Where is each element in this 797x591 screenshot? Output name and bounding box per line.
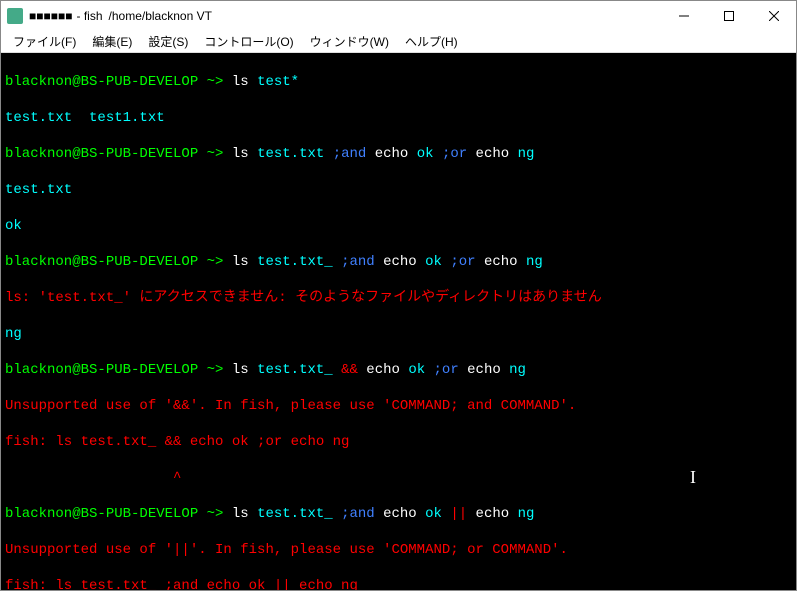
term-line: Unsupported use of '||'. In fish, please… xyxy=(5,541,792,559)
term-line: ^ xyxy=(5,469,792,487)
title-path: /home/blacknon VT xyxy=(109,9,212,23)
close-button[interactable] xyxy=(751,1,796,31)
term-line: blacknon@BS-PUB-DEVELOP ~> ls test.txt_ … xyxy=(5,505,792,523)
term-line: ls: 'test.txt_' にアクセスできません: そのようなファイルやディ… xyxy=(5,289,792,307)
menu-control[interactable]: コントロール(O) xyxy=(196,31,301,52)
term-line: fish: ls test.txt_ ;and echo ok || echo … xyxy=(5,577,792,590)
term-line: blacknon@BS-PUB-DEVELOP ~> ls test.txt ;… xyxy=(5,145,792,163)
title-prefix: ■■■■■■ xyxy=(29,9,73,23)
menu-file[interactable]: ファイル(F) xyxy=(5,31,84,52)
menu-window[interactable]: ウィンドウ(W) xyxy=(302,31,397,52)
app-icon xyxy=(7,8,23,24)
terminal-area[interactable]: blacknon@BS-PUB-DEVELOP ~> ls test* test… xyxy=(1,53,796,590)
term-line: ng xyxy=(5,325,792,343)
term-line: blacknon@BS-PUB-DEVELOP ~> ls test* xyxy=(5,73,792,91)
term-line: test.txt xyxy=(5,181,792,199)
menubar: ファイル(F) 編集(E) 設定(S) コントロール(O) ウィンドウ(W) ヘ… xyxy=(1,31,796,53)
term-line: Unsupported use of '&&'. In fish, please… xyxy=(5,397,792,415)
term-line: fish: ls test.txt_ && echo ok ;or echo n… xyxy=(5,433,792,451)
menu-help[interactable]: ヘルプ(H) xyxy=(397,31,466,52)
term-line: test.txt test1.txt xyxy=(5,109,792,127)
term-line: ok xyxy=(5,217,792,235)
maximize-button[interactable] xyxy=(706,1,751,31)
minimize-button[interactable] xyxy=(661,1,706,31)
app-window: ■■■■■■ - fish /home/blacknon VT ファイル(F) … xyxy=(0,0,797,591)
text-cursor-icon: I xyxy=(690,468,696,486)
menu-settings[interactable]: 設定(S) xyxy=(140,31,196,52)
menu-edit[interactable]: 編集(E) xyxy=(84,31,140,52)
term-line: blacknon@BS-PUB-DEVELOP ~> ls test.txt_ … xyxy=(5,361,792,379)
titlebar[interactable]: ■■■■■■ - fish /home/blacknon VT xyxy=(1,1,796,31)
title-app: - fish xyxy=(77,9,103,23)
term-line: blacknon@BS-PUB-DEVELOP ~> ls test.txt_ … xyxy=(5,253,792,271)
